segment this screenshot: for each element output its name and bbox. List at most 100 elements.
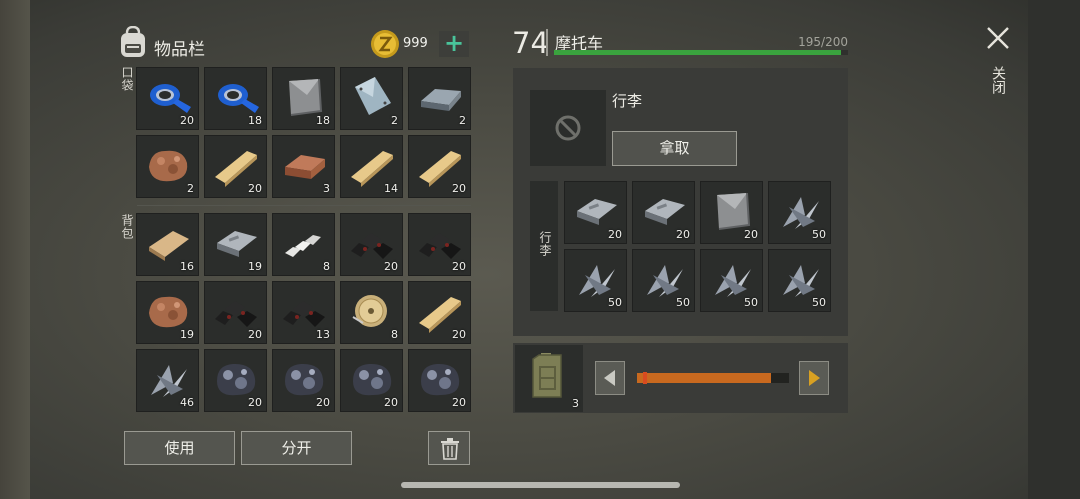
coal-icon bbox=[283, 301, 325, 327]
iron-ore-icon bbox=[353, 363, 392, 396]
item-qty: 8 bbox=[323, 260, 330, 273]
plank-icon bbox=[351, 151, 393, 187]
item-qty: 50 bbox=[812, 296, 826, 309]
item-qty: 8 bbox=[391, 328, 398, 341]
item-qty: 20 bbox=[452, 328, 466, 341]
luggage-slot[interactable]: 50 bbox=[768, 249, 831, 312]
item-qty: 20 bbox=[676, 228, 690, 241]
section-divider bbox=[137, 205, 471, 206]
pocket-slot[interactable]: 2 bbox=[408, 67, 471, 130]
scrap-metal-icon bbox=[151, 365, 187, 397]
backpack-slot[interactable]: 20 bbox=[272, 349, 335, 412]
plank-icon bbox=[419, 297, 461, 333]
item-qty: 19 bbox=[180, 328, 194, 341]
take-button[interactable]: 拿取 bbox=[612, 131, 737, 166]
aluminum-bars-icon bbox=[285, 235, 321, 257]
backpack-slot[interactable]: 20 bbox=[340, 213, 403, 276]
scrap-metal-icon bbox=[783, 197, 819, 229]
backpack-slot[interactable]: 16 bbox=[136, 213, 199, 276]
pocket-slot[interactable]: 3 bbox=[272, 135, 335, 198]
pocket-slot[interactable]: 20 bbox=[408, 135, 471, 198]
trash-button[interactable] bbox=[428, 431, 470, 465]
backpack-slot[interactable]: 20 bbox=[408, 281, 471, 344]
item-qty: 20 bbox=[248, 396, 262, 409]
copper-ore-icon bbox=[149, 150, 188, 182]
item-qty: 20 bbox=[452, 396, 466, 409]
luggage-slot[interactable]: 20 bbox=[632, 181, 695, 244]
copper-ore-icon bbox=[149, 296, 188, 328]
luggage-slot[interactable]: 50 bbox=[632, 249, 695, 312]
pocket-slot[interactable]: 20 bbox=[136, 67, 199, 130]
fuel-slider[interactable] bbox=[637, 372, 789, 384]
luggage-label: 行李 bbox=[538, 231, 552, 257]
close-icon[interactable] bbox=[985, 25, 1011, 51]
backpack-slot[interactable]: 8 bbox=[272, 213, 335, 276]
pocket-slot[interactable]: 2 bbox=[340, 67, 403, 130]
fuel-slot[interactable]: 3 bbox=[515, 345, 583, 412]
luggage-title: 行李 bbox=[612, 92, 643, 110]
pocket-slot[interactable]: 18 bbox=[272, 67, 335, 130]
item-qty: 14 bbox=[384, 182, 398, 195]
luggage-equip-slot[interactable] bbox=[530, 90, 606, 166]
backpack-slot[interactable]: 19 bbox=[204, 213, 267, 276]
jerrycan-icon bbox=[532, 353, 562, 398]
pocket-slot[interactable]: 2 bbox=[136, 135, 199, 198]
coin-balance: 999 bbox=[403, 36, 428, 51]
capacity-bar bbox=[554, 50, 848, 55]
backpack-slot[interactable]: 20 bbox=[340, 349, 403, 412]
backpack-slot[interactable]: 20 bbox=[204, 281, 267, 344]
pocket-slot[interactable]: 20 bbox=[204, 135, 267, 198]
plank-icon bbox=[419, 151, 461, 187]
backpack-label: 背包 bbox=[120, 214, 134, 240]
capacity-bar-fill bbox=[554, 50, 841, 55]
backpack-slot[interactable]: 13 bbox=[272, 281, 335, 344]
plank-icon bbox=[215, 151, 257, 187]
backpack-slot[interactable]: 46 bbox=[136, 349, 199, 412]
item-qty: 3 bbox=[323, 182, 330, 195]
copper-ingot-icon bbox=[285, 155, 325, 179]
right-edge bbox=[1028, 0, 1080, 499]
iron-ingot-icon bbox=[421, 89, 461, 111]
pocket-slot[interactable]: 18 bbox=[204, 67, 267, 130]
fuel-slider-fill bbox=[637, 373, 771, 383]
item-qty: 20 bbox=[452, 182, 466, 195]
trash-icon bbox=[441, 438, 459, 460]
blue-tape-icon bbox=[218, 84, 259, 113]
item-qty: 50 bbox=[676, 296, 690, 309]
item-qty: 46 bbox=[180, 396, 194, 409]
luggage-slot[interactable]: 20 bbox=[564, 181, 627, 244]
luggage-slot[interactable]: 50 bbox=[564, 249, 627, 312]
coal-icon bbox=[419, 233, 461, 259]
item-qty: 20 bbox=[384, 396, 398, 409]
backpack-slot[interactable]: 8 bbox=[340, 281, 403, 344]
item-qty: 20 bbox=[384, 260, 398, 273]
use-button[interactable]: 使用 bbox=[124, 431, 235, 465]
luggage-slot[interactable]: 50 bbox=[700, 249, 763, 312]
coal-icon bbox=[215, 301, 257, 327]
backpack-slot[interactable]: 19 bbox=[136, 281, 199, 344]
item-qty: 19 bbox=[248, 260, 262, 273]
add-coins-button[interactable]: + bbox=[439, 31, 469, 57]
pocket-label: 口袋 bbox=[120, 66, 134, 92]
coin-icon bbox=[371, 30, 399, 58]
fuel-decrease-button[interactable] bbox=[595, 361, 625, 395]
home-indicator[interactable] bbox=[401, 482, 680, 488]
metal-plate-icon bbox=[289, 78, 323, 116]
close-label[interactable]: 关闭 bbox=[988, 66, 1008, 94]
backpack-icon bbox=[121, 26, 145, 57]
fuel-increase-button[interactable] bbox=[799, 361, 829, 395]
luggage-slot[interactable]: 20 bbox=[700, 181, 763, 244]
backpack-slot[interactable]: 20 bbox=[408, 349, 471, 412]
luggage-grid: 20 20 20 50 50 50 50 50 bbox=[564, 181, 831, 312]
pocket-slot[interactable]: 14 bbox=[340, 135, 403, 198]
fuel-slider-handle[interactable] bbox=[643, 372, 647, 384]
coal-icon bbox=[351, 233, 393, 259]
arrow-left-icon bbox=[604, 370, 615, 386]
split-button[interactable]: 分开 bbox=[241, 431, 352, 465]
pocket-grid: 20 18 18 2 2 2 20 3 14 20 bbox=[136, 67, 471, 198]
backpack-slot[interactable]: 20 bbox=[204, 349, 267, 412]
item-qty: 50 bbox=[812, 228, 826, 241]
item-qty: 20 bbox=[744, 228, 758, 241]
backpack-slot[interactable]: 20 bbox=[408, 213, 471, 276]
luggage-slot[interactable]: 50 bbox=[768, 181, 831, 244]
